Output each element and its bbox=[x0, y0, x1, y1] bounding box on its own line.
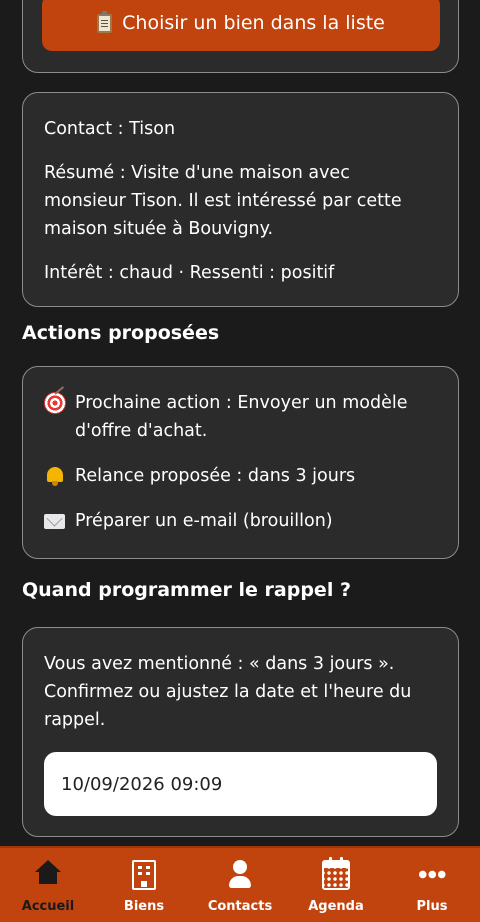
choose-property-label: Choisir un bien dans la liste bbox=[122, 12, 385, 34]
follow-up-text: Relance proposée : dans 3 jours bbox=[75, 466, 356, 486]
clipboard-icon bbox=[97, 10, 113, 33]
choose-property-button[interactable]: Choisir un bien dans la liste bbox=[42, 0, 440, 51]
proposed-actions-card: Prochaine action : Envoyer un modèle d'o… bbox=[22, 366, 459, 559]
bell-icon bbox=[44, 465, 66, 487]
bottom-navigation: Accueil Biens Contacts Agenda Plus bbox=[0, 846, 480, 922]
draft-email-text: Préparer un e-mail (brouillon) bbox=[75, 511, 333, 531]
nav-item-accueil[interactable]: Accueil bbox=[0, 848, 96, 922]
follow-up-item[interactable]: Relance proposée : dans 3 jours bbox=[44, 462, 437, 490]
draft-email-item[interactable]: Préparer un e-mail (brouillon) bbox=[44, 507, 437, 535]
nav-label-contacts: Contacts bbox=[207, 899, 273, 914]
reminder-explanation: Vous avez mentionné : « dans 3 jours ». … bbox=[44, 654, 412, 730]
reminder-card: Vous avez mentionné : « dans 3 jours ». … bbox=[22, 627, 459, 837]
nav-label-agenda: Agenda bbox=[308, 899, 364, 914]
calendar-icon bbox=[322, 857, 350, 890]
contact-line: Contact : Tison bbox=[44, 119, 176, 139]
actions-section-title: Actions proposées bbox=[22, 322, 220, 344]
envelope-icon bbox=[44, 510, 66, 532]
more-dots-icon bbox=[418, 860, 446, 890]
reminder-section-title: Quand programmer le rappel ? bbox=[22, 579, 351, 601]
home-icon bbox=[34, 860, 62, 890]
nav-item-agenda[interactable]: Agenda bbox=[288, 848, 384, 922]
reminder-datetime-input[interactable]: 10/09/2026 09:09 bbox=[44, 752, 437, 816]
visit-summary-card: Contact : Tison Résumé : Visite d'une ma… bbox=[22, 92, 459, 307]
target-icon bbox=[44, 392, 66, 414]
next-action-item[interactable]: Prochaine action : Envoyer un modèle d'o… bbox=[44, 389, 437, 445]
next-action-text: Prochaine action : Envoyer un modèle d'o… bbox=[75, 393, 408, 441]
nav-label-biens: Biens bbox=[123, 899, 165, 914]
building-icon bbox=[132, 860, 156, 890]
summary-text: Résumé : Visite d'une maison avec monsie… bbox=[44, 163, 402, 239]
user-icon bbox=[226, 860, 254, 890]
property-picker-card: Choisir un bien dans la liste bbox=[22, 0, 459, 73]
reminder-datetime-value: 10/09/2026 09:09 bbox=[61, 773, 223, 795]
interest-feeling-line: Intérêt : chaud · Ressenti : positif bbox=[44, 263, 335, 283]
nav-item-biens[interactable]: Biens bbox=[96, 848, 192, 922]
nav-item-contacts[interactable]: Contacts bbox=[192, 848, 288, 922]
nav-item-plus[interactable]: Plus bbox=[384, 848, 480, 922]
nav-label-accueil: Accueil bbox=[21, 899, 75, 914]
nav-label-plus: Plus bbox=[416, 899, 448, 914]
